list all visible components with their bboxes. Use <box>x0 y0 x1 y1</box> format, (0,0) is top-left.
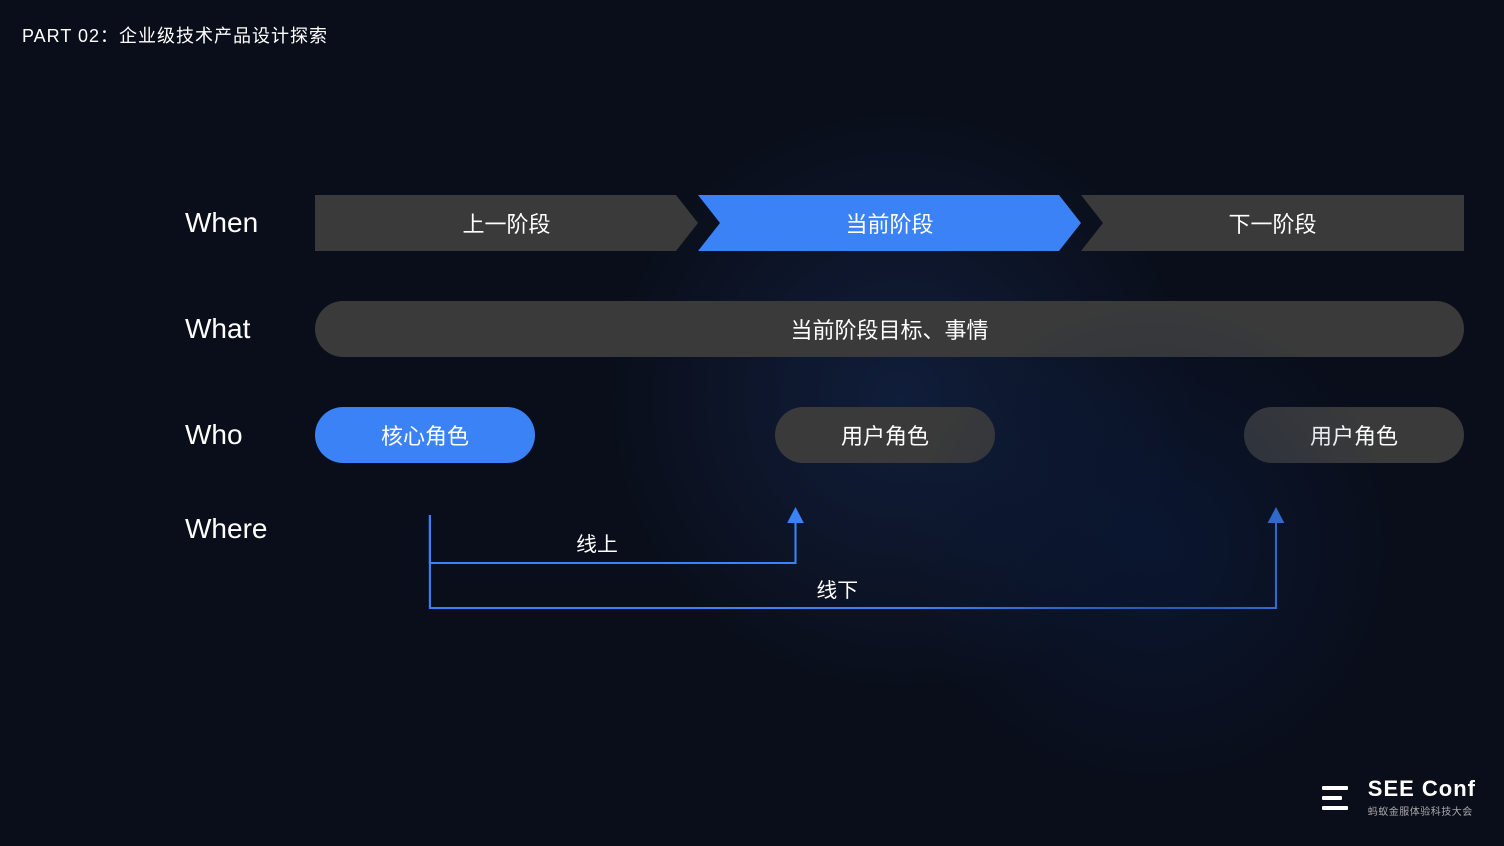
where-row: Where <box>185 513 1464 643</box>
where-diagram: 线上 线下 <box>315 513 1464 643</box>
who-content: 核心角色 用户角色 用户角色 <box>315 407 1464 463</box>
what-label: What <box>185 313 315 345</box>
when-label: When <box>185 207 315 239</box>
see-conf-logo: SEE Conf 蚂蚁金服体验科技大会 <box>1318 778 1476 818</box>
who-row: Who 核心角色 用户角色 用户角色 <box>185 407 1464 463</box>
who-user-role-1: 用户角色 <box>775 407 995 463</box>
part-label: PART 02：企业级技术产品设计探索 <box>22 22 328 48</box>
who-label: Who <box>185 419 315 451</box>
when-row: When 上一阶段 当前阶段 下一阶段 <box>185 195 1464 251</box>
what-pill: 当前阶段目标、事情 <box>315 301 1464 357</box>
chevron-current[interactable]: 当前阶段 <box>698 195 1081 251</box>
when-content: 上一阶段 当前阶段 下一阶段 <box>315 195 1464 251</box>
what-content: 当前阶段目标、事情 <box>315 301 1464 357</box>
svg-text:线下: 线下 <box>816 579 858 601</box>
chevron-next[interactable]: 下一阶段 <box>1081 195 1464 251</box>
who-container: 核心角色 用户角色 用户角色 <box>315 407 1464 463</box>
who-core-role: 核心角色 <box>315 407 535 463</box>
connector-svg: 线上 线下 <box>315 513 1464 643</box>
see-conf-icon <box>1318 778 1358 818</box>
what-row: What 当前阶段目标、事情 <box>185 301 1464 357</box>
svg-text:线上: 线上 <box>576 533 618 555</box>
chevron-prev[interactable]: 上一阶段 <box>315 195 698 251</box>
see-conf-title: SEE Conf <box>1368 778 1476 800</box>
where-label: Where <box>185 513 315 545</box>
main-content: When 上一阶段 当前阶段 下一阶段 What <box>185 195 1464 643</box>
see-conf-text: SEE Conf 蚂蚁金服体验科技大会 <box>1368 778 1476 818</box>
who-user-role-2: 用户角色 <box>1244 407 1464 463</box>
see-conf-subtitle: 蚂蚁金服体验科技大会 <box>1368 803 1473 818</box>
where-content: 线上 线下 <box>315 513 1464 643</box>
chevron-container: 上一阶段 当前阶段 下一阶段 <box>315 195 1464 251</box>
